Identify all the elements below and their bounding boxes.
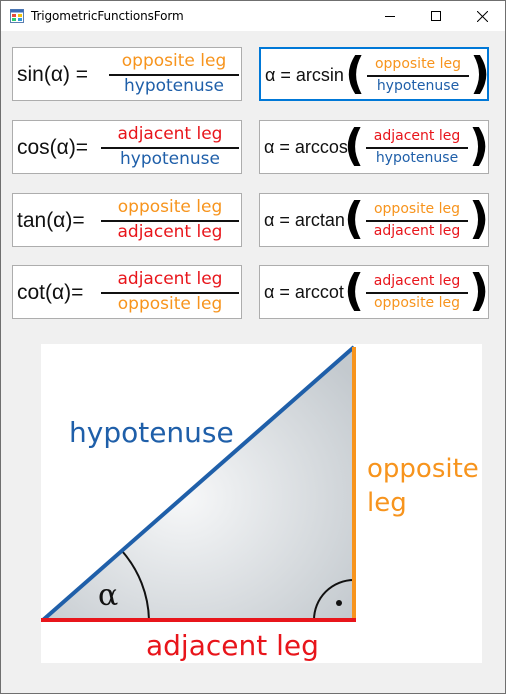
alpha-label: α: [98, 578, 119, 613]
fraction: opposite leg hypotenuse: [109, 51, 239, 97]
window-title: TrigometricFunctionsForm: [31, 9, 184, 23]
function-label: cot(α)=: [17, 281, 84, 304]
arctan-formula-button[interactable]: α = arctan ( opposite leg adjacent leg ): [259, 193, 489, 247]
left-paren: (: [344, 120, 365, 171]
fraction: opposite leg adjacent leg: [101, 197, 239, 243]
denominator: hypotenuse: [123, 76, 225, 96]
left-paren: (: [344, 193, 365, 244]
fraction-bar: [366, 220, 468, 222]
fraction: opposite leg adjacent leg: [366, 199, 468, 243]
numerator: adjacent leg: [117, 124, 223, 144]
fraction: adjacent leg hypotenuse: [101, 124, 239, 170]
right-paren: ): [470, 48, 491, 99]
numerator: adjacent leg: [373, 128, 461, 144]
opposite-label-line2: leg: [367, 488, 407, 518]
close-icon: [476, 10, 488, 22]
maximize-icon: [431, 11, 441, 21]
function-label: α = arctan: [264, 210, 345, 230]
right-paren: ): [469, 265, 490, 316]
right-paren: ): [469, 193, 490, 244]
function-label: α = arcsin: [265, 65, 344, 85]
close-button[interactable]: [459, 1, 505, 31]
fraction: adjacent leg hypotenuse: [366, 126, 468, 170]
denominator: adjacent leg: [117, 222, 223, 242]
right-angle-dot: [336, 600, 342, 606]
function-label: sin(α) =: [17, 63, 89, 86]
arcsin-formula-button[interactable]: α = arcsin ( opposite leg hypotenuse ): [259, 47, 491, 101]
arccot-formula-button[interactable]: α = arccot ( adjacent leg opposite leg ): [259, 265, 489, 319]
right-paren: ): [469, 120, 490, 171]
numerator: adjacent leg: [117, 269, 223, 289]
numerator: adjacent leg: [373, 273, 461, 289]
denominator: adjacent leg: [373, 223, 461, 239]
numerator: opposite leg: [121, 51, 227, 71]
minimize-icon: [385, 16, 395, 17]
fraction-bar: [367, 75, 469, 77]
minimize-button[interactable]: [367, 1, 413, 31]
app-form-icon: [10, 9, 24, 23]
arccos-formula-button[interactable]: α = arccos ( adjacent leg hypotenuse ): [259, 120, 489, 174]
adjacent-label: adjacent leg: [146, 629, 319, 662]
function-label: α = arccot: [264, 282, 344, 302]
denominator: hypotenuse: [376, 78, 460, 94]
numerator: opposite leg: [374, 56, 462, 72]
left-paren: (: [344, 265, 365, 316]
function-label: α = arccos: [264, 137, 348, 157]
title-bar[interactable]: TrigometricFunctionsForm: [1, 1, 505, 31]
function-label: tan(α)=: [17, 209, 85, 232]
left-paren: (: [345, 48, 366, 99]
sin-formula-button[interactable]: sin(α) = opposite leg hypotenuse: [12, 47, 242, 101]
main-window: TrigometricFunctionsForm sin(α) = opposi…: [0, 0, 506, 694]
right-triangle-illustration: [41, 345, 356, 622]
maximize-button[interactable]: [413, 1, 459, 31]
function-label: cos(α)=: [17, 136, 89, 159]
denominator: opposite leg: [117, 294, 223, 314]
cos-formula-button[interactable]: cos(α)= adjacent leg hypotenuse: [12, 120, 242, 174]
fraction-bar: [366, 292, 468, 294]
denominator: hypotenuse: [375, 150, 459, 166]
triangle-diagram: hypotenuse opposite leg adjacent leg α: [41, 344, 482, 663]
denominator: opposite leg: [373, 295, 461, 311]
fraction: adjacent leg opposite leg: [366, 271, 468, 315]
numerator: opposite leg: [117, 197, 223, 217]
denominator: hypotenuse: [119, 149, 221, 169]
opposite-label-line1: opposite: [367, 454, 479, 484]
hypotenuse-label: hypotenuse: [69, 416, 234, 449]
cot-formula-button[interactable]: cot(α)= adjacent leg opposite leg: [12, 265, 242, 319]
fraction: opposite leg hypotenuse: [367, 54, 469, 98]
tan-formula-button[interactable]: tan(α)= opposite leg adjacent leg: [12, 193, 242, 247]
numerator: opposite leg: [373, 201, 461, 217]
fraction: adjacent leg opposite leg: [101, 269, 239, 315]
fraction-bar: [366, 147, 468, 149]
